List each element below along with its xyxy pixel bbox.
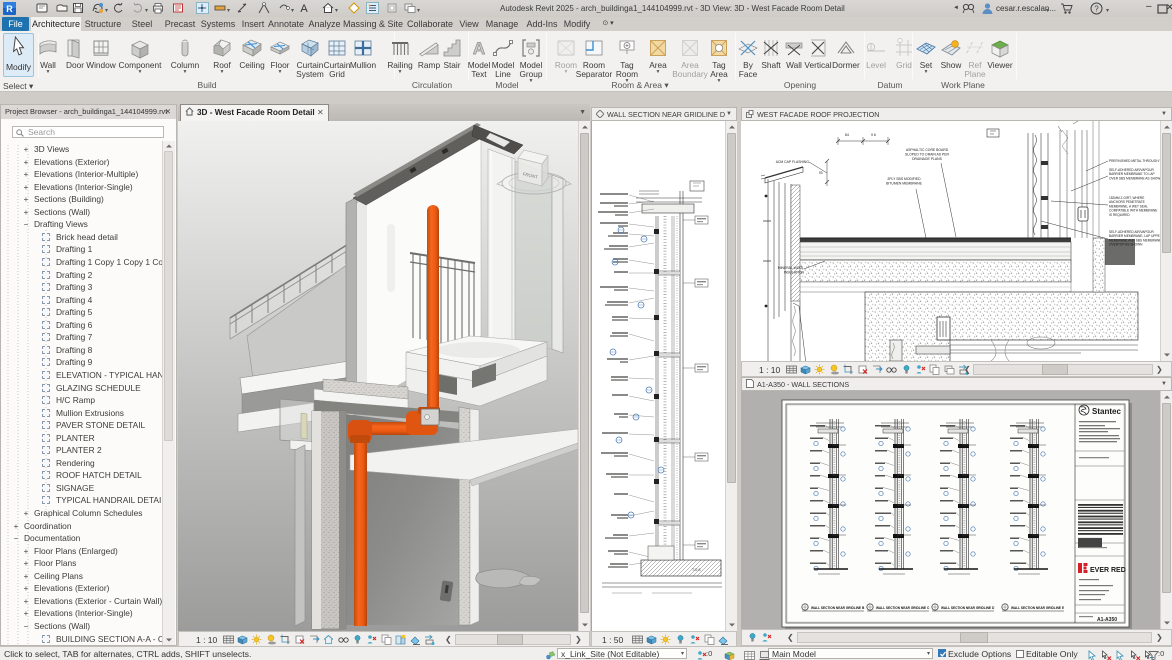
- svg-text:A1-A350: A1-A350: [1097, 617, 1117, 623]
- svg-text:EVER RED: EVER RED: [1090, 567, 1126, 574]
- svg-text:9 6: 9 6: [871, 133, 876, 137]
- svg-text:INSULATION: INSULATION: [784, 270, 805, 274]
- svg-text:T.O.S.: T.O.S.: [692, 568, 701, 572]
- svg-text:MINERAL WOOL: MINERAL WOOL: [778, 266, 804, 270]
- svg-text:OVER SBS MEMBRANE AS SHOWN: OVER SBS MEMBRANE AS SHOWN: [1109, 176, 1160, 180]
- svg-text:IS REQUIRED: IS REQUIRED: [1109, 213, 1130, 217]
- svg-text:ASPHALTIC CORE BOARD: ASPHALTIC CORE BOARD: [906, 148, 949, 152]
- svg-text:2PLY SBS MODIFIED: 2PLY SBS MODIFIED: [887, 177, 921, 181]
- svg-text:R: R: [6, 4, 13, 14]
- svg-text:PREFINISHED METAL THROUGH-WA: PREFINISHED METAL THROUGH-WA: [1109, 159, 1160, 163]
- svg-text:WALL SECTION NEAR GRIDLINE C: WALL SECTION NEAR GRIDLINE C: [876, 606, 930, 610]
- svg-text:ACM CAP FLASHING: ACM CAP FLASHING: [776, 160, 810, 164]
- svg-text:?: ?: [1094, 4, 1099, 13]
- svg-text:A: A: [300, 3, 308, 15]
- svg-text:OVERTOP AS SHOWN: OVERTOP AS SHOWN: [1109, 243, 1143, 247]
- svg-text:SLOPED TO DRAIN AS PER: SLOPED TO DRAIN AS PER: [905, 152, 950, 156]
- svg-text:DRAINAGE PLANS: DRAINAGE PLANS: [912, 157, 943, 161]
- svg-text:84: 84: [845, 133, 849, 137]
- svg-text:Stantec: Stantec: [1092, 407, 1121, 416]
- svg-text:93: 93: [819, 171, 823, 175]
- svg-text:WALL SECTION NEAR GRIDLINE D: WALL SECTION NEAR GRIDLINE D: [941, 606, 995, 610]
- svg-text:WALL SECTION NEAR GRIDLINE E: WALL SECTION NEAR GRIDLINE E: [1011, 606, 1064, 610]
- svg-text:BITUMEN MEMBRANE: BITUMEN MEMBRANE: [886, 181, 923, 185]
- svg-text:WALL SECTION NEAR GRIDLINE B: WALL SECTION NEAR GRIDLINE B: [811, 606, 865, 610]
